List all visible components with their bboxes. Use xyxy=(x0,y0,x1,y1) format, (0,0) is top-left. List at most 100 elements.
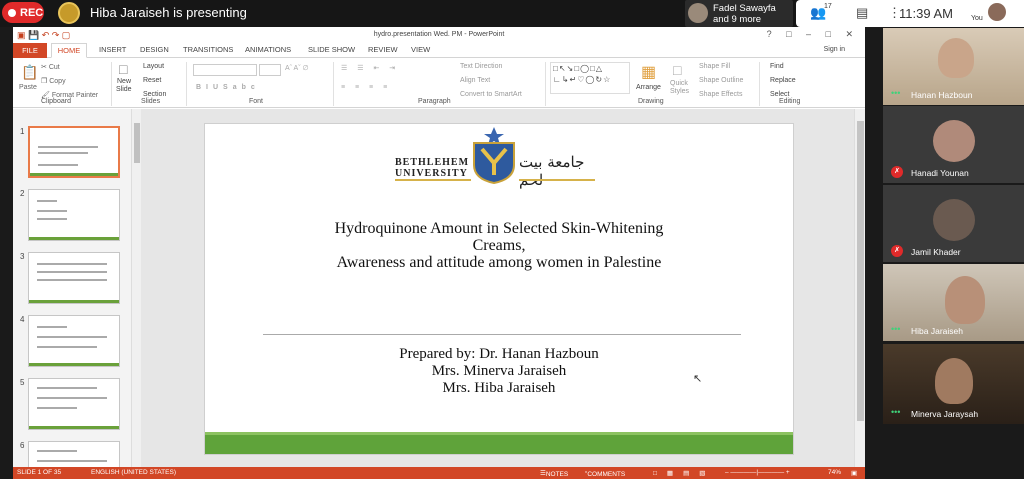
slide-thumbnail-3[interactable] xyxy=(28,252,120,304)
tab-slide-show[interactable]: SLIDE SHOW xyxy=(308,45,355,54)
thumb-green-bar xyxy=(29,426,119,429)
uni-name-en-1: Bethlehem xyxy=(395,157,470,168)
ribbon-separator xyxy=(186,62,187,106)
shape-fill-button[interactable]: Shape Fill xyxy=(699,63,730,70)
quick-styles-icon[interactable]: □ xyxy=(673,62,681,78)
comments-label: COMMENTS xyxy=(587,471,626,478)
slide-title-line: Creams, xyxy=(472,237,526,254)
record-dot-icon xyxy=(8,8,16,17)
shape-effects-button[interactable]: Shape Effects xyxy=(699,91,742,98)
new-slide-label[interactable]: New xyxy=(117,78,131,85)
shape-outline-button[interactable]: Shape Outline xyxy=(699,77,743,84)
thumb-number: 2 xyxy=(20,189,25,198)
presenter-status-text: Hiba Jaraiseh is presenting xyxy=(90,5,247,20)
find-button[interactable]: Find xyxy=(770,63,784,70)
arrange-button[interactable]: Arrange xyxy=(636,84,661,91)
align-buttons[interactable]: ≡ ≡ ≡ ≡ xyxy=(341,84,391,91)
fit-slide-icon[interactable]: ▣ xyxy=(851,469,857,477)
paste-icon[interactable]: 📋 xyxy=(21,64,38,81)
notes-label: NOTES xyxy=(545,471,569,478)
zoom-slider[interactable]: – ————|———— + xyxy=(725,469,790,476)
thumb-line xyxy=(38,146,98,148)
participant-video-hanadi[interactable]: ✗ Hanadi Younan xyxy=(883,106,1024,183)
window-controls[interactable]: ? □ – □ ✕ xyxy=(767,29,859,40)
font-name-input[interactable] xyxy=(193,64,257,76)
cut-label: Cut xyxy=(48,64,60,71)
self-avatar[interactable] xyxy=(988,3,1006,21)
select-button[interactable]: Select xyxy=(770,91,789,98)
logo-underline-right xyxy=(519,179,595,181)
participant-video-minerva[interactable]: ••• Minerva Jaraysah xyxy=(883,344,1024,424)
slide-title: Hydroquinone Amount in Selected Skin-Whi… xyxy=(205,220,793,271)
thumb-number: 6 xyxy=(20,441,25,450)
powerpoint-window: ▣ 💾 ↶ ↷ ▢ hydro.presentation Wed. PM - P… xyxy=(13,27,865,479)
new-slide-icon[interactable]: □ xyxy=(119,61,127,77)
group-editing: Editing xyxy=(779,98,801,105)
prepared-by-line: Prepared by: Dr. Hanan Hazboun xyxy=(399,346,599,362)
tab-animations[interactable]: ANIMATIONS xyxy=(245,45,291,54)
scroll-thumb[interactable] xyxy=(857,121,864,421)
current-slide[interactable]: Bethlehem University جامعة بيت لحم Hydro… xyxy=(204,123,794,455)
crest-icon xyxy=(473,127,515,185)
tab-insert[interactable]: INSERT xyxy=(99,45,126,54)
tab-design[interactable]: DESIGN xyxy=(140,45,169,54)
participant-name: Hanadi Younan xyxy=(911,168,969,178)
view-buttons[interactable]: □▦▤▧ xyxy=(653,469,715,477)
participant-tile-name: Fadel Sawayfa xyxy=(713,3,776,14)
uni-name-en-2: University xyxy=(395,168,468,179)
zoom-level[interactable]: 74% xyxy=(828,469,841,476)
notes-button[interactable]: ☰ NOTES xyxy=(540,469,568,478)
reset-button[interactable]: Reset xyxy=(143,77,161,84)
participant-avatar xyxy=(932,199,975,241)
layout-button[interactable]: Layout xyxy=(143,63,164,70)
font-size-input[interactable] xyxy=(259,64,281,76)
participant-video-hiba[interactable]: ••• Hiba Jaraiseh xyxy=(883,264,1024,341)
language-indicator[interactable]: ENGLISH (UNITED STATES) xyxy=(91,469,176,476)
participant-name: Hanan Hazboun xyxy=(911,90,973,100)
cut-button[interactable]: ✂ Cut xyxy=(41,63,60,71)
section-button[interactable]: Section xyxy=(143,91,166,98)
thumb-line xyxy=(37,210,67,212)
participant-video-hanan[interactable]: ••• Hanan Hazboun xyxy=(883,28,1024,105)
sign-in-link[interactable]: Sign in xyxy=(824,46,845,53)
person-face xyxy=(938,38,974,78)
scroll-thumb[interactable] xyxy=(134,123,140,163)
shapes-gallery[interactable]: □↖↘□◯□△ ∟↳↵♡◯↻☆ xyxy=(550,62,630,94)
slide-thumbnail-2[interactable] xyxy=(28,189,120,241)
tab-home[interactable]: HOME xyxy=(51,43,87,58)
participant-tile-more: and 9 more xyxy=(713,14,762,25)
text-direction-button[interactable]: Text Direction xyxy=(460,63,502,70)
slide-thumbnail-5[interactable] xyxy=(28,378,120,430)
slide-thumbnail-4[interactable] xyxy=(28,315,120,367)
slide-scrollbar[interactable] xyxy=(854,109,865,467)
new-slide-label2[interactable]: Slide xyxy=(116,86,132,93)
align-text-button[interactable]: Align Text xyxy=(460,77,490,84)
ppt-title-bar: ▣ 💾 ↶ ↷ ▢ hydro.presentation Wed. PM - P… xyxy=(13,27,865,43)
tab-transitions[interactable]: TRANSITIONS xyxy=(183,45,233,54)
thumb-line xyxy=(37,200,57,202)
slide-thumbnail-1[interactable] xyxy=(28,126,120,178)
convert-smartart-button[interactable]: Convert to SmartArt xyxy=(460,91,522,98)
participant-tile[interactable]: Fadel Sawayfa and 9 more xyxy=(685,0,793,27)
group-drawing: Drawing xyxy=(638,98,664,105)
tab-file[interactable]: FILE xyxy=(13,43,47,58)
thumbnails-scrollbar[interactable] xyxy=(131,109,141,467)
copy-button[interactable]: ❐ Copy xyxy=(41,77,66,85)
replace-button[interactable]: Replace xyxy=(770,77,796,84)
font-format-buttons[interactable]: BIUSabc xyxy=(196,84,260,91)
participant-video-jamil[interactable]: ✗ Jamil Khader xyxy=(883,185,1024,262)
tab-view[interactable]: VIEW xyxy=(411,45,430,54)
paste-button[interactable]: Paste xyxy=(19,84,37,91)
chat-icon[interactable]: ▤ xyxy=(856,5,868,21)
list-buttons[interactable]: ☰ ☰ ⇤ ⇥ xyxy=(341,64,399,72)
quick-styles-button2[interactable]: Styles xyxy=(670,88,689,95)
quick-styles-button[interactable]: Quick xyxy=(670,80,688,87)
comments-button[interactable]: ▫ COMMENTS xyxy=(585,469,625,478)
recording-indicator[interactable]: REC xyxy=(2,2,44,23)
arrange-icon[interactable]: ▦ xyxy=(641,62,656,82)
thumb-line xyxy=(38,164,78,166)
slide-thumbnail-6[interactable] xyxy=(28,441,120,467)
prepared-by-line: Mrs. Hiba Jaraiseh xyxy=(442,380,556,396)
tab-review[interactable]: REVIEW xyxy=(368,45,398,54)
font-size-buttons[interactable]: Aˆ Aˇ ∅ xyxy=(285,64,309,72)
